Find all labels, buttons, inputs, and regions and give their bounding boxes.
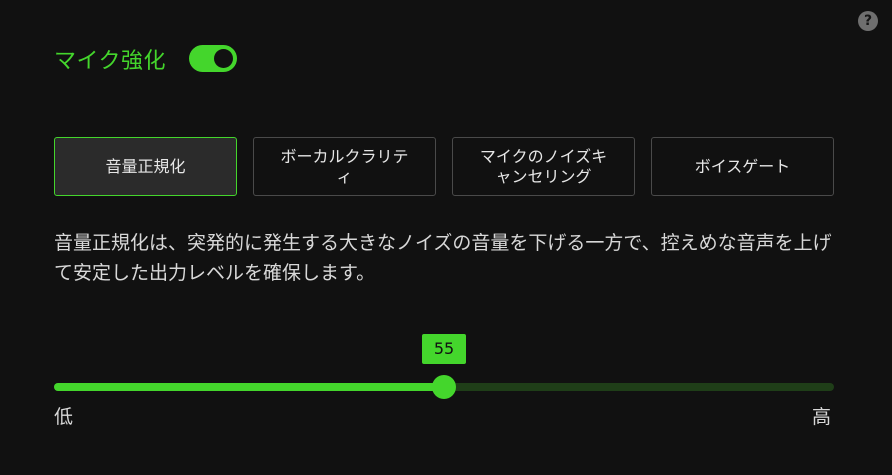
tab-volume-normalization[interactable]: 音量正規化 [54,137,237,196]
feature-description: 音量正規化は、突発的に発生する大きなノイズの音量を下げる一方で、控えめな音声を上… [54,232,832,284]
slider-low-label: 低 [54,406,74,428]
slider-high-label: 高 [812,406,832,428]
tab-voice-gate[interactable]: ボイスゲート [651,137,834,196]
slider-value-badge: 55 [422,334,466,364]
slider-thumb[interactable] [432,375,456,399]
toggle-knob [214,49,233,68]
mic-enhancement-toggle[interactable] [189,45,237,72]
slider-fill [54,383,444,391]
level-slider[interactable]: 55 [54,334,834,399]
mic-enhancement-panel: ? マイク強化 音量正規化 ボーカルクラリテ ィ マイクのノイズキ ャンセリング… [0,0,892,475]
page-title: マイク強化 [54,49,167,74]
tab-bar: 音量正規化 ボーカルクラリテ ィ マイクのノイズキ ャンセリング ボイスゲート [54,137,834,196]
tab-vocal-clarity[interactable]: ボーカルクラリテ ィ [253,137,436,196]
tab-mic-noise-cancellation[interactable]: マイクのノイズキ ャンセリング [452,137,635,196]
help-icon[interactable]: ? [858,11,878,31]
